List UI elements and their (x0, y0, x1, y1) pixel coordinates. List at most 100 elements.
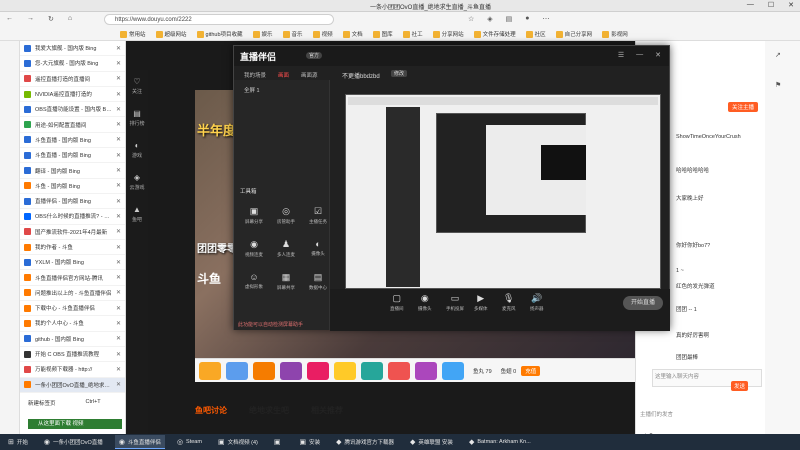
bookmark-item[interactable]: 分享网站 (432, 30, 464, 38)
bookmark-item[interactable]: 音乐 (282, 30, 303, 38)
taskbar-item[interactable]: ▣ 安装 (295, 435, 324, 449)
close-tab-icon[interactable]: ✕ (116, 182, 121, 189)
gift-item[interactable] (226, 361, 248, 380)
send-button[interactable]: 发送 (731, 381, 749, 391)
bookmark-item[interactable]: 文档 (342, 30, 363, 38)
douyu-nav-item[interactable]: ♡ 关注 (126, 70, 148, 102)
extension-icon[interactable]: ◈ (487, 15, 492, 23)
browser-tab[interactable]: 开始 C OBS 直播推流教程 ✕ (20, 347, 125, 363)
close-tab-icon[interactable]: ✕ (116, 91, 121, 98)
close-tab-icon[interactable]: ✕ (116, 351, 121, 358)
edit-project-button[interactable]: 修改 (391, 70, 408, 77)
gift-item[interactable] (280, 361, 302, 380)
follow-button[interactable]: 关注主播 (728, 102, 759, 112)
close-icon[interactable]: ✕ (788, 1, 794, 9)
star-icon[interactable]: ☆ (468, 15, 474, 23)
gift-item[interactable] (307, 361, 329, 380)
browser-tab[interactable]: 问题推出以上的 - 斗鱼直播伴侣 ✕ (20, 286, 125, 302)
close-tab-icon[interactable]: ✕ (116, 381, 121, 388)
tab-screen[interactable]: 画面 (278, 71, 289, 79)
close-tab-icon[interactable]: ✕ (116, 45, 121, 52)
browser-tab[interactable]: 翻译 - 国内版 Bing ✕ (20, 163, 125, 179)
bookmark-item[interactable]: 文件存储处理 (473, 30, 516, 38)
close-tab-icon[interactable]: ✕ (116, 106, 121, 113)
tab-related[interactable]: 相关推荐 (311, 405, 343, 416)
bookmark-item[interactable]: 超级网站 (155, 30, 187, 38)
taskbar-item[interactable]: ⊞ 开始 (4, 435, 32, 449)
gift-item[interactable] (388, 361, 410, 380)
companion-close-icon[interactable]: ✕ (655, 51, 661, 59)
download-bar[interactable]: 从这里面下载 视频 (28, 419, 122, 429)
collections-icon[interactable]: ▤ (506, 15, 513, 23)
tab-yuba-discussion[interactable]: 鱼吧讨论 (195, 405, 227, 416)
refresh-icon[interactable]: ↻ (48, 15, 54, 23)
bookmark-item[interactable]: 自己分享网 (555, 30, 592, 38)
maximize-icon[interactable]: ☐ (768, 1, 774, 9)
browser-tab[interactable]: 用途-如何配置直播间 ✕ (20, 117, 125, 133)
recharge-button[interactable]: 充值 (521, 365, 541, 376)
close-tab-icon[interactable]: ✕ (116, 60, 121, 67)
bookmark-item[interactable]: 影视网 (602, 30, 628, 38)
browser-tab[interactable]: 国产推流软件-2021年4月最新 ✕ (20, 225, 125, 240)
toolbox-item[interactable]: ◉ 视频连麦 (240, 239, 268, 258)
gift-item[interactable] (361, 361, 383, 380)
douyu-nav-item[interactable]: ▲ 鱼吧 (126, 198, 148, 230)
browser-tab[interactable]: 万能视频下载器 - http:// ✕ (20, 362, 125, 378)
bookmark-item[interactable]: github项目收藏 (196, 30, 243, 38)
close-tab-icon[interactable]: ✕ (116, 289, 121, 296)
browser-tab[interactable]: github - 国内版 Bing ✕ (20, 332, 125, 347)
taskbar-item[interactable]: ◉ 斗鱼直播伴侣 (114, 435, 165, 449)
toolbox-item[interactable]: ▤ 数据中心 (304, 272, 332, 291)
bookmark-item[interactable]: 视频 (312, 30, 333, 38)
browser-tab[interactable]: 斗鱼直播伴侣官方网站-腾讯 ✕ (20, 270, 125, 286)
browser-tab[interactable]: 斗鱼直播 - 国内版 Bing ✕ (20, 148, 125, 164)
gift-item[interactable] (442, 361, 464, 380)
gift-item[interactable] (415, 361, 437, 380)
close-tab-icon[interactable]: ✕ (116, 213, 121, 220)
bottom-tool[interactable]: ▭ 手机投屏 (446, 293, 464, 312)
douyu-nav-item[interactable]: ◈ 云游戏 (126, 166, 148, 198)
bottom-tool[interactable]: 🎙 麦克风 (502, 293, 516, 312)
companion-menu-icon[interactable]: ☰ (618, 51, 624, 59)
close-tab-icon[interactable]: ✕ (116, 320, 121, 327)
profile-icon[interactable]: ● (525, 15, 529, 23)
gift-item[interactable] (199, 361, 221, 380)
url-input[interactable]: https://www.douyu.com/2222 (104, 14, 334, 25)
browser-tab[interactable]: 一条小团团OvO直播_绝地求生直播 ✕ (20, 377, 125, 393)
bookmark-item[interactable]: 社区 (525, 30, 546, 38)
go-live-button[interactable]: 开始直播 (623, 296, 663, 310)
taskbar-item[interactable]: ▣ 文档视频 (4) (214, 435, 262, 449)
browser-tab[interactable]: 我爱大旗舰 - 国内版 Bing ✕ (20, 41, 125, 57)
browser-tab[interactable]: 斗鱼 - 国内版 Bing ✕ (20, 179, 125, 194)
scene-item[interactable]: 全屏 1 (244, 86, 260, 94)
close-tab-icon[interactable]: ✕ (116, 335, 121, 342)
home-icon[interactable]: ⌂ (68, 15, 72, 23)
browser-tab[interactable]: 下载中心 - 斗鱼直播伴侣 ✕ (20, 301, 125, 317)
browser-tab[interactable]: 直播伴侣 - 国内版 Bing ✕ (20, 194, 125, 210)
back-icon[interactable]: ← (6, 15, 13, 23)
close-tab-icon[interactable]: ✕ (116, 274, 121, 281)
toolbox-item[interactable]: ▦ 屏幕共享 (272, 272, 300, 291)
close-tab-icon[interactable]: ✕ (116, 305, 121, 312)
share-icon[interactable]: ↗ (775, 51, 781, 59)
settings-icon[interactable]: ⋯ (543, 15, 550, 23)
browser-tab[interactable]: NVIDIA遥控直播打造的 ✕ (20, 87, 125, 103)
browser-tab[interactable]: YXLM - 国内版 Bing ✕ (20, 255, 125, 271)
close-tab-icon[interactable]: ✕ (116, 75, 121, 82)
tab-screen-source[interactable]: 画面源 (301, 71, 318, 79)
taskbar-item[interactable]: ◆ Batman: Arkham Kn... (465, 435, 535, 449)
bottom-tool[interactable]: ▢ 直播间 (390, 293, 404, 312)
new-tab-button[interactable]: 新建标签页 Ctrl+T (28, 399, 101, 407)
browser-tab[interactable]: 我的个人中心 - 斗鱼 ✕ (20, 316, 125, 332)
toolbox-item[interactable]: ▣ 屏幕分享 (240, 206, 268, 225)
close-tab-icon[interactable]: ✕ (116, 152, 121, 159)
bookmark-item[interactable]: 娱乐 (252, 30, 273, 38)
browser-tab[interactable]: 斗鱼直播 - 国内版 Bing ✕ (20, 133, 125, 149)
close-tab-icon[interactable]: ✕ (116, 198, 121, 205)
forward-icon[interactable]: → (27, 15, 34, 23)
browser-tab[interactable]: 您-大元旗舰 - 国内版 Bing ✕ (20, 56, 125, 72)
toolbox-item[interactable]: ☑ 主播任务 (304, 206, 332, 225)
taskbar-item[interactable]: ▣ (270, 435, 288, 449)
toolbox-item[interactable]: ◎ 房管助手 (272, 206, 300, 225)
close-tab-icon[interactable]: ✕ (116, 228, 121, 235)
